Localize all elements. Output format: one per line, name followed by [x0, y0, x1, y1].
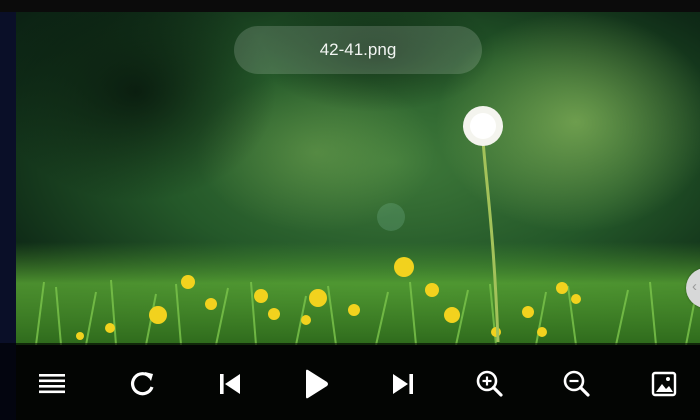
- image-icon: [651, 371, 677, 397]
- next-button[interactable]: [384, 365, 422, 403]
- play-icon: [306, 369, 328, 399]
- top-status-strip: [0, 0, 700, 12]
- zoom-out-icon: [563, 370, 590, 397]
- skip-next-icon: [393, 374, 413, 394]
- image-viewer: 42-41.png ‹: [0, 0, 700, 420]
- menu-button[interactable]: [33, 365, 71, 403]
- refresh-button[interactable]: [123, 365, 161, 403]
- menu-icon: [39, 374, 65, 394]
- previous-button[interactable]: [211, 365, 249, 403]
- zoom-in-button[interactable]: [471, 365, 509, 403]
- zoom-in-icon: [476, 370, 503, 397]
- gallery-button[interactable]: [645, 365, 683, 403]
- refresh-icon: [130, 372, 154, 396]
- bottom-toolbar: [0, 343, 700, 420]
- play-button[interactable]: [296, 365, 334, 403]
- zoom-out-button[interactable]: [558, 365, 596, 403]
- filename-label: 42-41.png: [234, 26, 482, 74]
- chevron-left-icon: ‹: [692, 278, 697, 295]
- skip-previous-icon: [220, 374, 240, 394]
